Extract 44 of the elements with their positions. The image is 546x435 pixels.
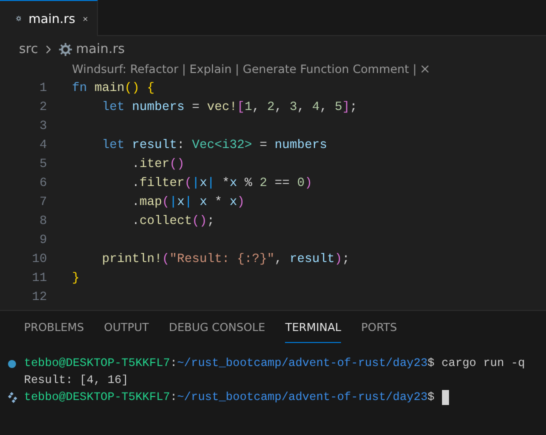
- panel-tab[interactable]: PORTS: [361, 321, 397, 343]
- line-number: 3: [38, 118, 47, 132]
- line-number: 12: [30, 290, 47, 304]
- panel-tab[interactable]: PROBLEMS: [24, 321, 84, 343]
- code-line: .iter(): [131, 156, 185, 170]
- editor-tab[interactable]: main.rs: [0, 0, 98, 36]
- line-number: 11: [30, 270, 47, 284]
- terminal-output: Result: [4, 16]: [24, 374, 128, 387]
- line-number: 4: [38, 138, 47, 152]
- code-line: .filter(|x| *x % 2 == 0): [131, 176, 312, 190]
- line-number: 7: [38, 194, 47, 208]
- prompt-user: tebbo@DESKTOP-T5KKFL7: [24, 391, 170, 404]
- prompt-symbol: $: [428, 391, 435, 404]
- panel-tab[interactable]: TERMINAL: [285, 321, 342, 343]
- code-line: let result: Vec<i32> = numbers: [101, 138, 328, 152]
- line-number: 2: [38, 100, 47, 114]
- line-number: 10: [30, 252, 47, 266]
- line-number: 8: [38, 214, 47, 228]
- line-number: 9: [38, 232, 47, 246]
- code-line: }: [72, 270, 80, 284]
- prompt-separator: :: [170, 357, 178, 370]
- code-line: .collect();: [131, 214, 215, 228]
- code-line: println!("Result: {:?}", result);: [101, 252, 350, 266]
- breadcrumb-item[interactable]: main.rs: [76, 42, 125, 56]
- panel-tab[interactable]: OUTPUT: [104, 321, 149, 343]
- prompt-user: tebbo@DESKTOP-T5KKFL7: [24, 357, 170, 370]
- sparkle-icon: [8, 392, 19, 403]
- code-line: let numbers = vec![1, 2, 3, 4, 5];: [101, 100, 358, 114]
- line-number: 5: [38, 156, 47, 170]
- terminal-command: cargo run -q: [440, 357, 525, 370]
- line-number: 1: [38, 80, 47, 94]
- panel-tab[interactable]: DEBUG CONSOLE: [168, 321, 266, 343]
- status-dot[interactable]: [8, 360, 16, 368]
- prompt-symbol: $: [428, 357, 435, 370]
- prompt-path: ~/rust_bootcamp/advent-of-rust/day23: [177, 357, 428, 370]
- codelens-actions[interactable]: Windsurf: Refactor | Explain | Generate Function Comment |: [72, 62, 417, 76]
- line-number: 6: [38, 176, 47, 190]
- code-line: .map(|x| x * x): [131, 194, 245, 208]
- prompt-separator: :: [170, 391, 178, 404]
- code-line: fn main() {: [72, 80, 155, 94]
- prompt-path: ~/rust_bootcamp/advent-of-rust/day23: [177, 391, 428, 404]
- cog-icon: [58, 42, 72, 56]
- breadcrumb-item[interactable]: src: [19, 42, 38, 56]
- close-icon[interactable]: [418, 63, 431, 75]
